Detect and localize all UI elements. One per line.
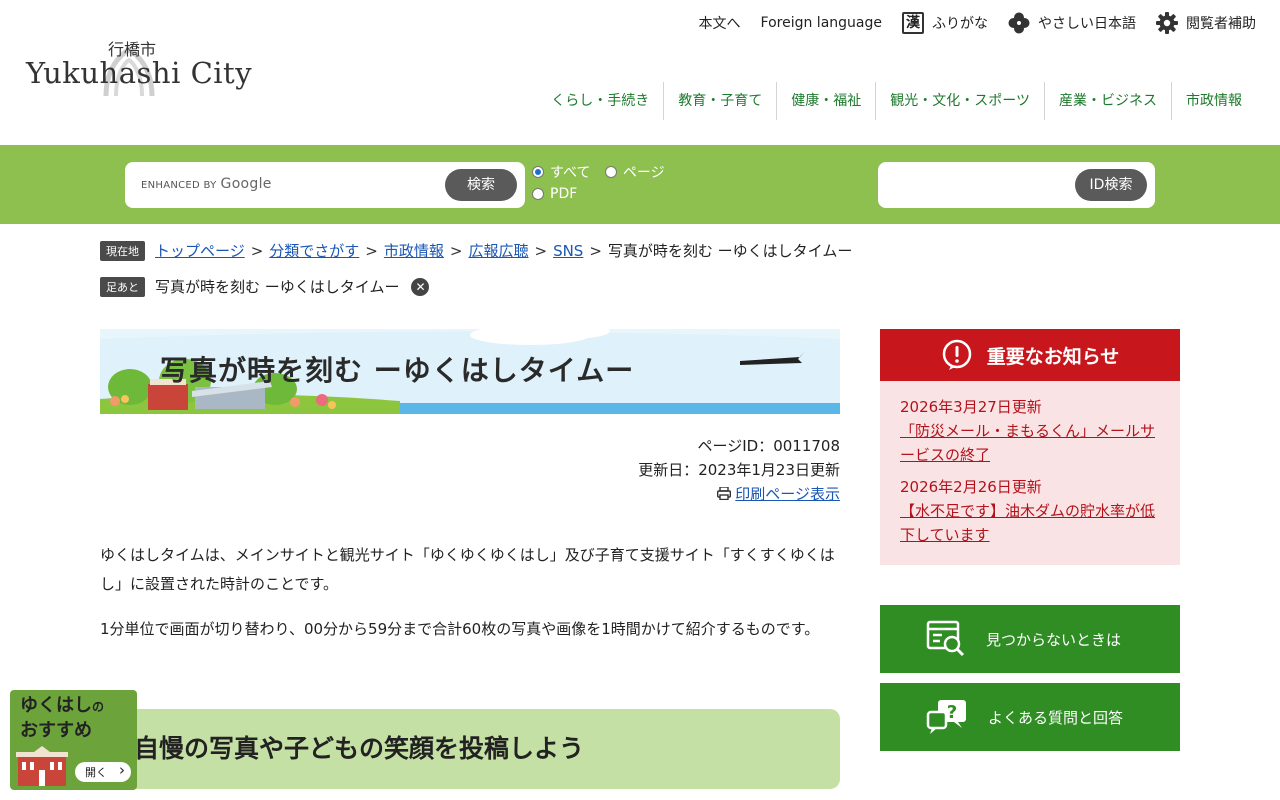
breadcrumb-current: 写真が時を刻む ーゆくはしタイムー xyxy=(607,242,853,260)
foreign-language-link[interactable]: Foreign language xyxy=(761,15,882,31)
history-item[interactable]: 写真が時を刻む ーゆくはしタイムー xyxy=(155,276,399,297)
breadcrumb: 現在地 トップページ > 分類でさがす > 市政情報 > 広報広聴 > SNS > 写真が… xyxy=(100,240,852,261)
search-band: ENHANCED BY Google 検索 すべて ページ PDF ID検索 xyxy=(0,145,1280,224)
search-button[interactable]: 検索 xyxy=(445,169,517,201)
faq-button[interactable]: ? よくある質問と回答 xyxy=(880,683,1180,751)
recommend-title: ゆくはしの おすすめ xyxy=(20,695,105,741)
notice-header: 重要なお知らせ xyxy=(880,329,1180,381)
logo-english: Yukuhashi City xyxy=(26,56,253,90)
print-link[interactable]: 印刷ページ表示 xyxy=(638,482,840,506)
accessibility-button[interactable]: 閲覧者補助 xyxy=(1156,12,1256,34)
gnav-living[interactable]: くらし・手続き xyxy=(537,82,663,120)
history-tag: 足あと xyxy=(100,276,145,297)
building-icon xyxy=(16,746,68,786)
site-logo[interactable]: 行橋市 Yukuhashi City xyxy=(26,36,256,106)
radio-icon xyxy=(604,166,617,178)
site-header: 行橋市 Yukuhashi City 本文へ Foreign language … xyxy=(0,0,1280,145)
furigana-icon: 漢 xyxy=(902,12,924,34)
important-notice: 重要なお知らせ 2026年3月27日更新 「防災メール・まもるくん」メールサービ… xyxy=(880,329,1180,565)
intro-paragraph: ゆくはしタイムは、メインサイトと観光サイト「ゆくゆくゆくはし」及び子育て支援サイ… xyxy=(100,546,835,593)
breadcrumb-link-pr[interactable]: 広報広聴 xyxy=(468,240,528,261)
gnav-business[interactable]: 産業・ビジネス xyxy=(1044,82,1171,120)
notice-date: 2026年3月27日更新 xyxy=(900,398,1042,416)
gnav-tourism[interactable]: 観光・文化・スポーツ xyxy=(875,82,1044,120)
recommend-widget[interactable]: ゆくはしの おすすめ 開く xyxy=(10,690,137,790)
scope-radio-page[interactable]: ページ xyxy=(604,161,665,183)
updated-date: 更新日：2023年1月23日更新 xyxy=(638,461,840,479)
search-placeholder: ENHANCED BY Google xyxy=(141,176,272,192)
gnav-education[interactable]: 教育・子育て xyxy=(663,82,776,120)
scope-radio-pdf[interactable]: PDF xyxy=(532,183,577,205)
notice-link[interactable]: 【水不足です】油木ダムの貯水率が低下しています xyxy=(900,499,1160,547)
notice-list: 2026年3月27日更新 「防災メール・まもるくん」メールサービスの終了 202… xyxy=(880,381,1180,565)
notice-date: 2026年2月26日更新 xyxy=(900,478,1042,496)
breadcrumb-link-sns[interactable]: SNS xyxy=(553,242,583,260)
recommend-open-button[interactable]: 開く xyxy=(75,761,131,782)
scope-radio-all[interactable]: すべて xyxy=(532,161,590,183)
gear-icon xyxy=(1156,12,1178,34)
radio-icon xyxy=(532,188,544,200)
section-heading: 自慢の写真や子どもの笑顔を投稿しよう xyxy=(100,709,840,789)
printer-icon xyxy=(717,486,732,501)
breadcrumb-link-city-info[interactable]: 市政情報 xyxy=(384,240,444,261)
search-page-icon xyxy=(926,620,965,657)
page-id-search-input[interactable]: ID検索 xyxy=(878,162,1155,208)
furigana-button[interactable]: 漢 ふりがな xyxy=(902,12,988,34)
id-search-button[interactable]: ID検索 xyxy=(1075,169,1147,201)
search-scope-options: すべて ページ PDF xyxy=(532,161,675,205)
skip-to-content-link[interactable]: 本文へ xyxy=(699,13,741,33)
question-chat-icon: ? xyxy=(926,700,966,734)
utility-links: 本文へ Foreign language 漢 ふりがな やさしい日本語 閲覧者補… xyxy=(699,12,1256,34)
history-trail: 足あと 写真が時を刻む ーゆくはしタイムー ✕ xyxy=(100,276,430,297)
global-navigation: くらし・手続き 教育・子育て 健康・福祉 観光・文化・スポーツ 産業・ビジネス … xyxy=(537,82,1256,120)
easy-japanese-link[interactable]: やさしい日本語 xyxy=(1008,12,1136,34)
description-paragraph: 1分単位で画面が切り替わり、00分から59分まで合計60枚の写真や画像を1時間か… xyxy=(100,620,820,638)
notice-link[interactable]: 「防災メール・まもるくん」メールサービスの終了 xyxy=(900,419,1160,467)
page-title: 写真が時を刻む ーゆくはしタイムー xyxy=(160,354,635,387)
gnav-health[interactable]: 健康・福祉 xyxy=(776,82,875,120)
svg-text:?: ? xyxy=(947,702,957,723)
page-id: ページID：0011708 xyxy=(697,437,840,455)
site-search-input[interactable]: ENHANCED BY Google 検索 xyxy=(125,162,525,208)
page-title-banner: 写真が時を刻む ーゆくはしタイムー xyxy=(100,329,840,414)
gnav-city-info[interactable]: 市政情報 xyxy=(1171,82,1256,120)
breadcrumb-link-top[interactable]: トップページ xyxy=(155,240,245,261)
radio-selected-icon xyxy=(532,166,544,178)
not-found-button[interactable]: 見つからないときは xyxy=(880,605,1180,673)
alert-icon xyxy=(942,339,971,370)
page-meta: ページID：0011708 更新日：2023年1月23日更新 印刷ページ表示 xyxy=(638,434,840,506)
clover-icon xyxy=(1008,12,1030,34)
breadcrumb-link-category[interactable]: 分類でさがす xyxy=(269,240,359,261)
close-icon[interactable]: ✕ xyxy=(411,277,430,296)
breadcrumb-tag: 現在地 xyxy=(100,240,145,261)
